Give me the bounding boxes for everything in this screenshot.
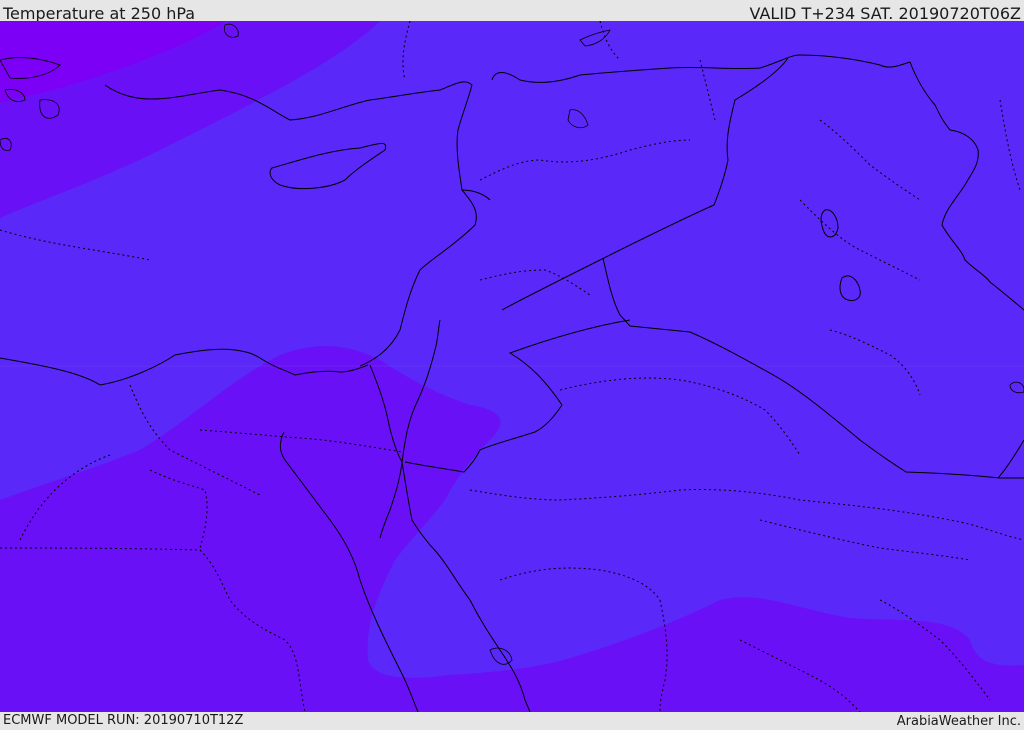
weather-map[interactable] bbox=[0, 21, 1024, 712]
model-run: ECMWF MODEL RUN: 20190710T12Z bbox=[3, 713, 244, 728]
credit-text: ArabiaWeather Inc. bbox=[896, 714, 1021, 729]
